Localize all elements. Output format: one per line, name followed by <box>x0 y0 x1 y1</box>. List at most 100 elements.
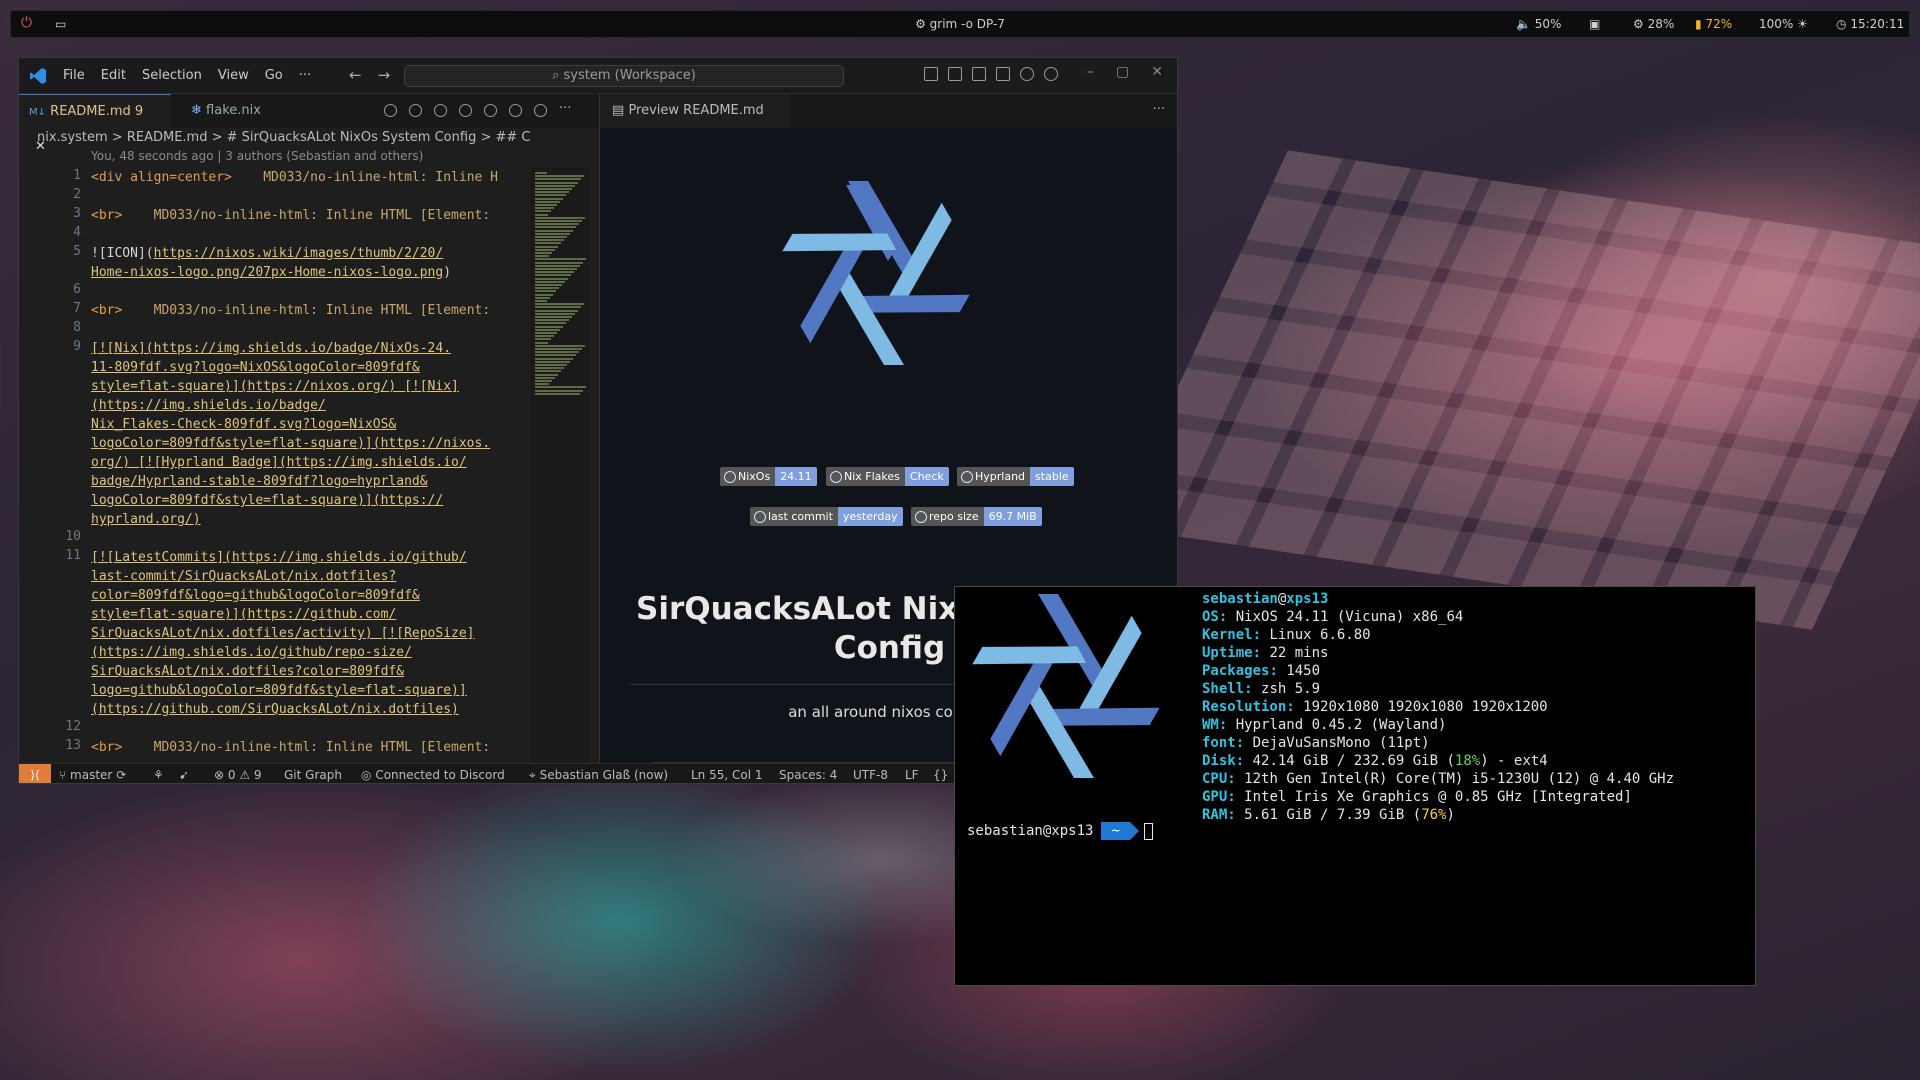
code-line[interactable]: style=flat-square)](https://nixos.org/) … <box>91 377 459 396</box>
fetch-key: font <box>1202 735 1236 751</box>
tab-preview-readme[interactable]: ▤ Preview README.md ✕ <box>600 94 790 152</box>
settings-gear-icon[interactable] <box>1044 67 1058 81</box>
minimap-line <box>535 389 583 392</box>
code-line[interactable]: SirQuacksALot/nix.dotfiles/activity) [![… <box>91 624 475 643</box>
more-actions-icon[interactable]: ··· <box>1153 102 1165 117</box>
toggle-sidebar-icon[interactable] <box>948 67 962 81</box>
badge-hyprland[interactable]: Hyprland stable <box>957 467 1074 486</box>
brightness-icon: ☀ <box>1797 17 1808 31</box>
discord-status[interactable]: ◎ Connected to Discord <box>361 768 505 782</box>
code-editor[interactable]: <div align=center> MD033/no-inline-html:… <box>91 168 541 768</box>
fetch-value: zsh 5.9 <box>1261 681 1321 697</box>
indentation-status[interactable]: Spaces: 4 <box>779 768 837 782</box>
blame-toggle-icon[interactable] <box>509 104 522 117</box>
minimap-line <box>535 280 565 283</box>
code-link[interactable]: https://nixos.wiki/images/thumb/2/20/ <box>154 246 444 261</box>
eol-status[interactable]: LF <box>905 768 919 782</box>
fetch-value: DejaVuSansMono (11pt) <box>1252 735 1430 751</box>
back-arrow-icon[interactable]: ← <box>349 66 362 84</box>
minimap-line <box>535 303 584 306</box>
code-line-5-text: ![ICON]( <box>91 246 154 261</box>
code-line[interactable]: Nix_Flakes-Check-809fdf.svg?logo=NixOS& <box>91 415 396 434</box>
line-number: 13 <box>65 738 81 753</box>
toggle-panel-icon[interactable] <box>972 67 986 81</box>
git-prev-change-icon[interactable] <box>459 104 472 117</box>
timeline-icon[interactable] <box>384 104 397 117</box>
code-link[interactable]: Home-nixos-logo.png/207px-Home-nixos-log… <box>91 265 443 280</box>
code-line[interactable]: [![LatestCommits](https://img.shields.io… <box>91 548 467 567</box>
code-line[interactable]: 11-809fdf.svg?logo=NixOS&logoColor=809fd… <box>91 358 420 377</box>
remote-indicator-icon[interactable]: ⟩⟨ <box>19 764 51 783</box>
code-line[interactable]: logoColor=809fdf&style=flat-square)](htt… <box>91 434 490 453</box>
tab-readme[interactable]: M↓ README.md 9 ✕ <box>19 94 171 154</box>
badge-label: NixOs <box>720 467 776 486</box>
terminal-window[interactable]: sebastian@xps13 OS: NixOS 24.11 (Vicuna)… <box>954 586 1756 986</box>
badge-last-commit[interactable]: last commit yesterday <box>750 507 903 526</box>
maximize-icon[interactable]: ▢ <box>1116 64 1129 80</box>
code-line[interactable]: (https://img.shields.io/badge/ <box>91 396 326 415</box>
close-window-icon[interactable]: ✕ <box>1151 64 1163 80</box>
open-preview-icon[interactable] <box>409 104 422 117</box>
code-line[interactable]: (https://github.com/SirQuacksALot/nix.do… <box>91 700 459 719</box>
breadcrumb[interactable]: nix.system > README.md > # SirQuacksALot… <box>37 130 597 145</box>
git-next-change-icon[interactable] <box>484 104 497 117</box>
code-line[interactable]: badge/Hyprland-stable-809fdf?logo=hyprla… <box>91 472 428 491</box>
language-status[interactable]: {} <box>933 768 948 782</box>
customize-layout-icon[interactable] <box>924 67 938 81</box>
cursor-position[interactable]: Ln 55, Col 1 <box>691 768 763 782</box>
minimap[interactable] <box>531 168 589 773</box>
minimap-line <box>535 341 548 344</box>
code-line[interactable]: org/) [![Hyprland Badge](https://img.shi… <box>91 453 467 472</box>
badge-nixos[interactable]: NixOs 24.11 <box>720 467 817 486</box>
code-line[interactable]: color=809fdf&logo=github&logoColor=809fd… <box>91 586 420 605</box>
forward-arrow-icon[interactable]: → <box>378 66 391 84</box>
tab-flake-nix[interactable]: ❄ flake.nix <box>181 94 271 128</box>
branch-status[interactable]: ⑂ master ⟳ <box>59 768 126 782</box>
problems-status[interactable]: ⊗ 0 ⚠ 9 <box>214 768 262 782</box>
git-compare-icon[interactable] <box>434 104 447 117</box>
more-actions-icon[interactable]: ··· <box>559 102 572 117</box>
lint-warning: MD033/no-inline-html: Inline H <box>263 170 499 185</box>
git-graph-button[interactable]: Git Graph <box>284 768 342 782</box>
split-editor-icon[interactable] <box>534 104 547 117</box>
minimap-line <box>535 335 554 338</box>
command-center-search[interactable]: ⌕ system (Workspace) <box>404 65 844 87</box>
fetch-value: 42.14 GiB / 232.69 GiB ( <box>1252 753 1455 769</box>
launch-icon[interactable]: ➹ <box>179 768 189 782</box>
code-line[interactable]: [![Nix](https://img.shields.io/badge/Nix… <box>91 339 451 358</box>
blame-status[interactable]: ⌖ Sebastian Glaß (now) <box>529 768 668 783</box>
code-line[interactable]: SirQuacksALot/nix.dotfiles?color=809fdf& <box>91 662 404 681</box>
source-control-icon[interactable]: ⚘ <box>153 768 164 782</box>
volume-indicator[interactable]: 🔈 50% <box>1516 17 1561 31</box>
code-line[interactable]: last-commit/SirQuacksALot/nix.dotfiles? <box>91 567 396 586</box>
code-line[interactable]: hyprland.org/) <box>91 510 201 529</box>
code-line[interactable]: (https://img.shields.io/github/repo-size… <box>91 643 412 662</box>
fetch-key: GPU <box>1202 789 1228 805</box>
sync-icon[interactable]: ⟳ <box>116 768 126 782</box>
shell-prompt[interactable]: sebastian@xps13 ~ <box>967 822 1153 840</box>
git-blame-header[interactable]: You, 48 seconds ago | 3 authors (Sebasti… <box>91 149 423 163</box>
menu-file[interactable]: File <box>63 68 85 83</box>
line-number: 11 <box>65 548 81 563</box>
badge-nix-flakes[interactable]: Nix Flakes Check <box>826 467 949 486</box>
account-icon[interactable] <box>1020 67 1034 81</box>
encoding-status[interactable]: UTF-8 <box>853 768 888 782</box>
screen-icon[interactable]: ▣ <box>1589 17 1600 31</box>
code-line[interactable]: logoColor=809fdf&style=flat-square)](htt… <box>91 491 443 510</box>
menu-go[interactable]: Go <box>265 68 283 83</box>
globe-icon: ◎ <box>361 768 372 782</box>
minimap-line <box>535 376 555 379</box>
toggle-secondary-sidebar-icon[interactable] <box>996 67 1010 81</box>
menu-selection[interactable]: Selection <box>142 68 202 83</box>
minimize-icon[interactable]: – <box>1087 64 1094 80</box>
minimap-line <box>535 255 549 258</box>
badge-repo-size[interactable]: repo size 69.7 MiB <box>911 507 1042 526</box>
menu-view[interactable]: View <box>218 68 249 83</box>
minimap-line <box>535 360 570 363</box>
code-line[interactable]: style=flat-square)](https://github.com/ <box>91 605 396 624</box>
battery-icon: ▮ <box>1695 17 1702 31</box>
menu-edit[interactable]: Edit <box>101 68 126 83</box>
menu-more[interactable]: ··· <box>299 68 311 83</box>
battery-indicator: ▮ 72% <box>1695 17 1732 31</box>
code-line[interactable]: logo=github&logoColor=809fdf&style=flat-… <box>91 681 467 700</box>
